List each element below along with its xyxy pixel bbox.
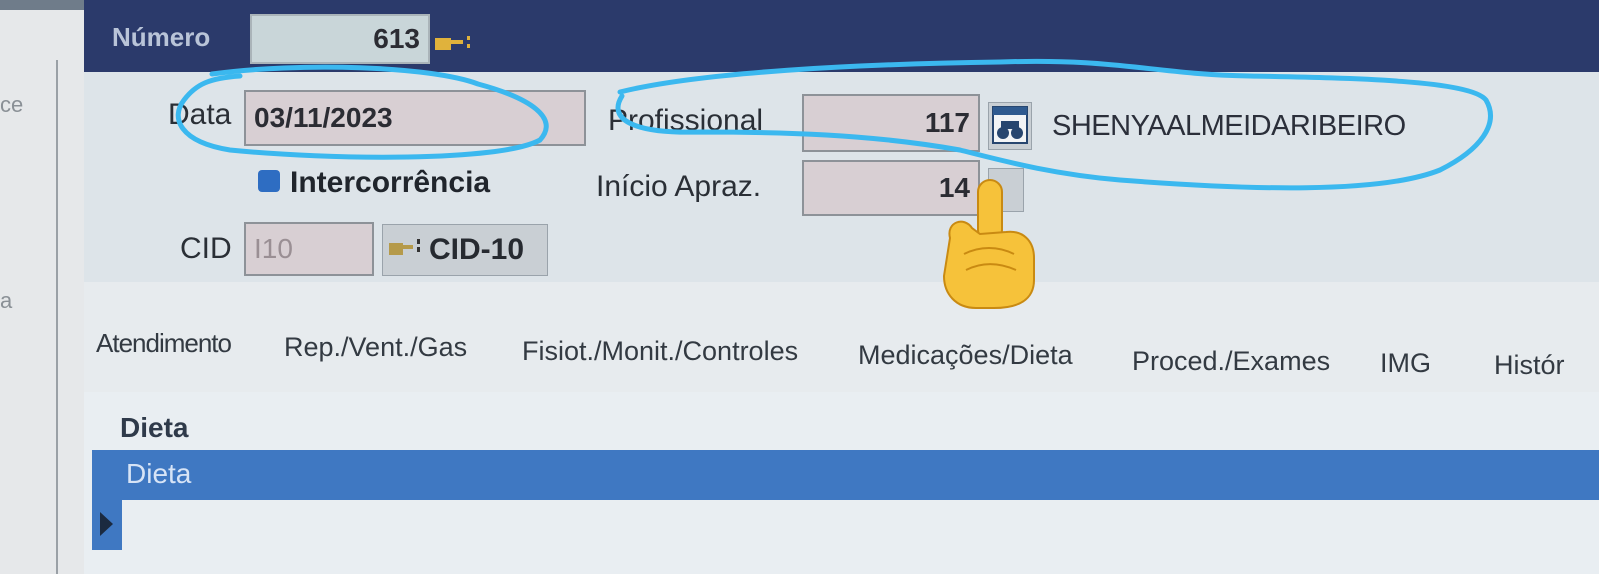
profissional-label: Profissional	[608, 104, 764, 137]
pointing-up-emoji	[942, 179, 1035, 309]
left-topbar	[0, 0, 84, 10]
data-label: Data	[168, 98, 232, 131]
profissional-code-field[interactable]: 117	[802, 94, 980, 152]
left-fragment-text: ce	[0, 92, 24, 117]
left-fragment-text: a	[0, 288, 13, 313]
intercorrencia-checkbox[interactable]	[258, 170, 280, 192]
cid10-lookup-button[interactable]: CID-10	[382, 224, 548, 276]
cid-field[interactable]: I10	[244, 222, 374, 276]
cid10-button-label: CID-10	[429, 233, 525, 266]
row-pointer-icon	[100, 512, 113, 536]
cid-label: CID	[180, 232, 232, 265]
tab-fisiot-monit-controles[interactable]: Fisiot./Monit./Controles	[522, 336, 798, 367]
grid-cell: Dieta	[126, 458, 192, 489]
binoculars-calendar-icon[interactable]	[988, 102, 1032, 150]
numero-field[interactable]: 613	[250, 14, 430, 64]
tab-img[interactable]: IMG	[1380, 348, 1431, 379]
tab-atendimento[interactable]: Atendimento	[96, 328, 232, 359]
pointing-hand-icon[interactable]	[433, 30, 479, 56]
profissional-name: SHENYAALMEIDARIBEIRO	[1052, 110, 1406, 142]
inicio-apraz-label: Início Apraz.	[596, 170, 762, 203]
data-field[interactable]: 03/11/2023	[244, 90, 586, 146]
intercorrencia-label: Intercorrência	[290, 166, 491, 199]
tab-rep-vent-gas[interactable]: Rep./Vent./Gas	[284, 332, 467, 363]
left-panel	[0, 0, 84, 574]
grid-column-header: Dieta	[120, 412, 189, 443]
tab-proced-exames[interactable]: Proced./Exames	[1132, 346, 1330, 377]
tab-medicacoes-dieta[interactable]: Medicações/Dieta	[858, 340, 1073, 371]
pointing-hand-icon	[387, 235, 425, 266]
numero-label: Número	[112, 22, 211, 52]
table-row[interactable]: Dieta	[92, 450, 1599, 500]
tab-historico[interactable]: Histór	[1494, 350, 1565, 381]
